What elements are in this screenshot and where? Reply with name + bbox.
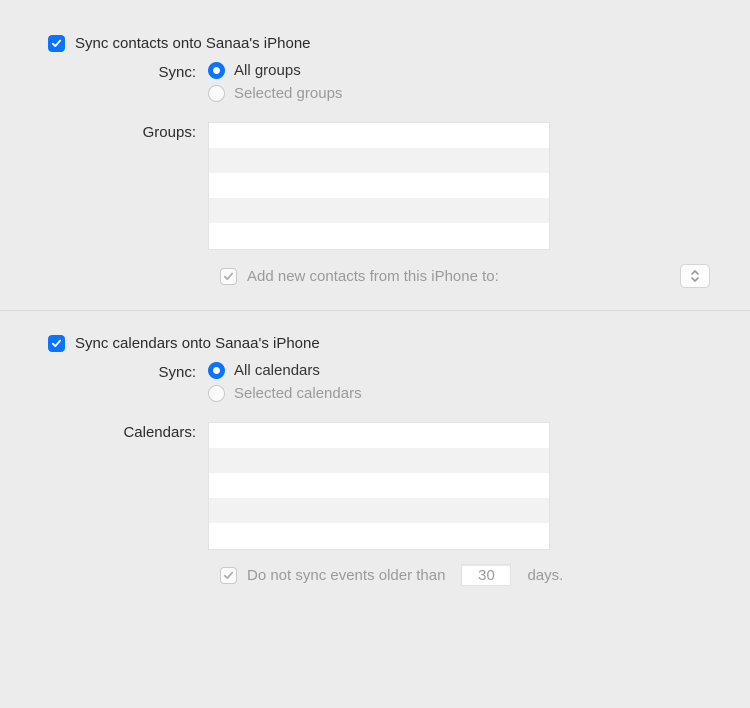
older-events-label-post: days.	[527, 567, 563, 584]
add-new-contacts-label: Add new contacts from this iPhone to:	[247, 268, 499, 285]
older-events-checkbox[interactable]	[220, 567, 237, 584]
contacts-groups-list[interactable]	[208, 122, 550, 250]
contacts-groups-label: Groups:	[48, 122, 208, 141]
calendars-radio-selected[interactable]	[208, 385, 225, 402]
older-events-label-pre: Do not sync events older than	[247, 567, 445, 584]
contacts-radio-all-label: All groups	[234, 62, 301, 79]
sync-calendars-label: Sync calendars onto Sanaa's iPhone	[75, 335, 320, 352]
calendars-radio-all[interactable]	[208, 362, 225, 379]
calendars-section: Sync calendars onto Sanaa's iPhone Sync:…	[48, 311, 710, 608]
add-new-contacts-checkbox[interactable]	[220, 268, 237, 285]
calendars-radio-selected-label: Selected calendars	[234, 385, 362, 402]
older-events-days-field[interactable]: 30	[461, 564, 511, 586]
calendars-sync-radio-group: All calendars Selected calendars	[208, 362, 362, 408]
sync-contacts-label: Sync contacts onto Sanaa's iPhone	[75, 35, 311, 52]
sync-calendars-checkbox[interactable]	[48, 335, 65, 352]
calendars-radio-all-label: All calendars	[234, 362, 320, 379]
contacts-radio-all[interactable]	[208, 62, 225, 79]
contacts-sync-radio-group: All groups Selected groups	[208, 62, 342, 108]
sync-contacts-checkbox[interactable]	[48, 35, 65, 52]
calendars-sync-label: Sync:	[48, 362, 208, 381]
contacts-sync-label: Sync:	[48, 62, 208, 81]
contacts-radio-selected-label: Selected groups	[234, 85, 342, 102]
add-new-contacts-popup[interactable]	[680, 264, 710, 288]
check-icon	[223, 570, 234, 581]
check-icon	[223, 271, 234, 282]
calendars-list-label: Calendars:	[48, 422, 208, 441]
contacts-radio-selected[interactable]	[208, 85, 225, 102]
contacts-section: Sync contacts onto Sanaa's iPhone Sync: …	[48, 25, 710, 310]
up-down-chevron-icon	[690, 269, 700, 283]
calendars-list[interactable]	[208, 422, 550, 550]
check-icon	[51, 38, 62, 49]
check-icon	[51, 338, 62, 349]
